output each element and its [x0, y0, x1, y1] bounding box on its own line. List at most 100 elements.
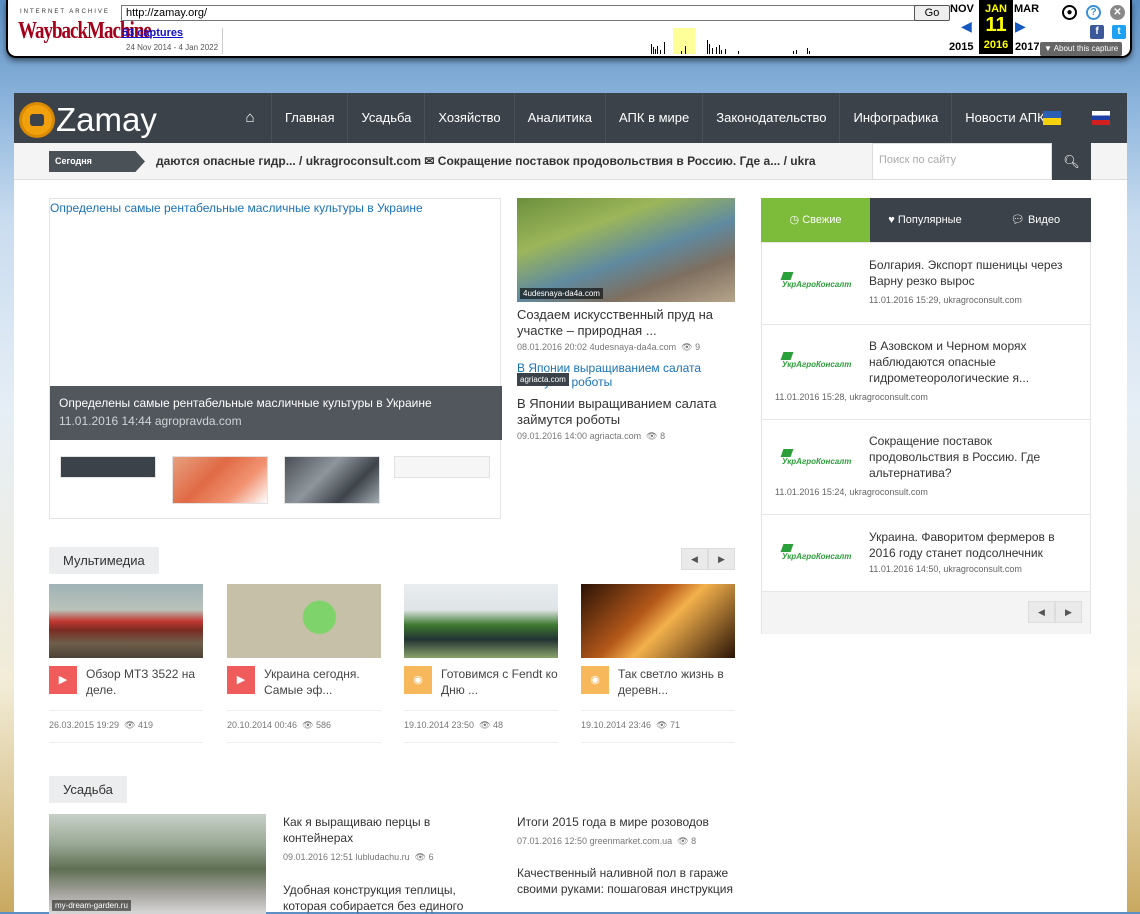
feed-pager: ◀ ▶	[1028, 601, 1082, 623]
camera-icon[interactable]: ◉	[404, 666, 432, 694]
search-input[interactable]: Поиск по сайту	[872, 143, 1052, 180]
sunflower-icon	[22, 105, 52, 135]
chevron-right-icon[interactable]: ▶	[708, 548, 735, 570]
go-button[interactable]: Go	[914, 5, 950, 21]
captures-sparkline[interactable]	[222, 28, 950, 54]
ticker-text[interactable]: даются опасные гидр... / ukragroconsult.…	[156, 154, 816, 168]
next-month[interactable]: MAR	[1014, 3, 1039, 15]
nav-item-main[interactable]: Главная	[271, 93, 347, 143]
multimedia-item[interactable]: ▶ Обзор МТЗ 3522 на деле. 26.03.2015 19:2…	[49, 584, 203, 743]
nav-item-analytics[interactable]: Аналитика	[513, 93, 605, 143]
feed-title[interactable]: В Азовском и Черном морях наблюдаются оп…	[869, 338, 1069, 386]
prev-month[interactable]: NOV	[950, 3, 974, 15]
site-container: Zamay ⌂ Главная Усадьба Хозяйство Аналит…	[14, 93, 1127, 914]
eye-icon: 👁︎	[302, 720, 314, 730]
camera-icon[interactable]: ◉	[581, 666, 609, 694]
multimedia-item[interactable]: ▶ Украина сегодня. Самые эф... 20.10.2014…	[227, 584, 381, 743]
play-icon[interactable]: ▶	[49, 666, 77, 694]
source-logo: УкрАгроКонсалт	[782, 351, 852, 369]
chevron-left-icon[interactable]: ◀	[681, 548, 708, 570]
side-news-title[interactable]: В Японии выращиванием салата займутся ро…	[517, 396, 735, 428]
help-icon[interactable]: ?	[1086, 5, 1101, 20]
search-icon: 🔍︎	[1063, 154, 1080, 169]
feed-item[interactable]: УкрАгроКонсалт Болгария. Экспорт пшеницы…	[762, 243, 1090, 325]
thumbnail-1[interactable]	[60, 456, 156, 478]
hero-image-alt[interactable]: Определены самые рентабельные масличные …	[50, 201, 423, 215]
feed-title[interactable]: Сокращение поставок продовольствия в Рос…	[869, 433, 1069, 481]
usadba-news-item[interactable]: Как я выращиваю перцы в контейнерах 09.0…	[283, 814, 483, 865]
prev-capture-icon[interactable]: ◀	[961, 18, 972, 35]
usadba-news-item[interactable]: Итоги 2015 года в мире розоводов 07.01.2…	[517, 814, 737, 849]
feed-title[interactable]: Болгария. Экспорт пшеницы через Варну ре…	[869, 257, 1069, 289]
feed-meta: 11.01.2016 15:29, ukragroconsult.com	[869, 295, 1022, 305]
facebook-icon[interactable]: f	[1090, 25, 1104, 39]
play-icon[interactable]: ▶	[227, 666, 255, 694]
usadba-news-item[interactable]: Качественный наливной пол в гараже своим…	[517, 865, 737, 897]
source-logo: УкрАгроКонсалт	[782, 271, 852, 289]
nav-item-usadba[interactable]: Усадьба	[347, 93, 424, 143]
twitter-icon[interactable]: t	[1112, 25, 1126, 39]
usadba-news-title[interactable]: Итоги 2015 года в мире розоводов	[517, 814, 737, 830]
pond-image[interactable]: 4udesnaya-da4a.com	[517, 198, 735, 302]
feed-item[interactable]: УкрАгроКонсалт Украина. Фаворитом фермер…	[762, 515, 1090, 592]
garden-image[interactable]: my-dream-garden.ru	[49, 814, 266, 914]
next-year[interactable]: 2017	[1015, 41, 1039, 53]
nav-item-infographics[interactable]: Инфографика	[839, 93, 951, 143]
feed-item[interactable]: УкрАгроКонсалт В Азовском и Черном морях…	[762, 325, 1090, 420]
chevron-left-icon[interactable]: ◀	[1028, 601, 1055, 623]
hero-caption[interactable]: Определены самые рентабельные масличные …	[50, 386, 502, 440]
search-button[interactable]: 🔍︎	[1052, 143, 1091, 180]
nav-item-legislation[interactable]: Законодательство	[702, 93, 839, 143]
home-icon[interactable]: ⌂	[234, 93, 266, 143]
about-capture-button[interactable]: ▼ About this capture	[1040, 42, 1123, 56]
village-image[interactable]	[581, 584, 735, 658]
usadba-news-title[interactable]: Качественный наливной пол в гараже своим…	[517, 865, 737, 897]
document-image[interactable]	[227, 584, 381, 658]
feed-title[interactable]: Украина. Фаворитом фермеров в 2016 году …	[869, 529, 1069, 561]
tab-video[interactable]: 💬︎ Видео	[980, 198, 1091, 242]
heart-icon: ♥	[888, 214, 895, 226]
side-news-item[interactable]: В Японии выращиванием салата займутся ро…	[517, 361, 735, 442]
usadba-news-meta: 09.01.2016 12:51 lubludachu.ru 👁︎ 6	[283, 852, 434, 862]
site-logo[interactable]: Zamay	[22, 101, 157, 139]
wayback-toolbar: INTERNET ARCHIVE WaybackMachine http://z…	[6, 0, 1132, 58]
current-capture-date: JAN 11 2016	[979, 0, 1013, 54]
multimedia-item[interactable]: ◉ Готовимся с Fendt ко Дню ... 19.10.2014…	[404, 584, 558, 743]
tab-fresh[interactable]: ◷ Свежие	[761, 198, 870, 242]
multimedia-item[interactable]: ◉ Так светло жизнь в деревн... 19.10.2014…	[581, 584, 735, 743]
usadba-news-title[interactable]: Как я выращиваю перцы в контейнерах	[283, 814, 483, 846]
close-icon[interactable]: ✕	[1110, 5, 1125, 20]
user-icon[interactable]: ●	[1062, 5, 1077, 20]
nav-item-apk-world[interactable]: АПК в мире	[605, 93, 702, 143]
multimedia-title[interactable]: Украина сегодня. Самые эф...	[264, 666, 381, 698]
usadba-news-meta: 07.01.2016 12:50 greenmarket.com.ua 👁︎ 8	[517, 836, 697, 846]
clock-icon: ◷	[789, 214, 800, 226]
multimedia-title[interactable]: Готовимся с Fendt ко Дню ...	[441, 666, 558, 698]
hero-slider[interactable]: Определены самые рентабельные масличные …	[49, 198, 502, 519]
feed-item[interactable]: УкрАгроКонсалт Сокращение поставок продо…	[762, 420, 1090, 515]
internet-archive-label: INTERNET ARCHIVE	[20, 9, 110, 15]
side-news-title[interactable]: Создаем искусственный пруд на участке – …	[517, 307, 735, 339]
nav-item-apk-news[interactable]: Новости АПК	[951, 93, 1057, 143]
side-news-item[interactable]: 4udesnaya-da4a.com Создаем искусственный…	[517, 198, 735, 353]
multimedia-title[interactable]: Обзор МТЗ 3522 на деле.	[86, 666, 203, 698]
chevron-right-icon[interactable]: ▶	[1055, 601, 1082, 623]
fendt-image[interactable]	[404, 584, 558, 658]
ukraine-flag-icon[interactable]	[1043, 111, 1061, 125]
tractor-image[interactable]	[49, 584, 203, 658]
russia-flag-icon[interactable]	[1092, 111, 1110, 125]
thumbnail-3[interactable]	[284, 456, 380, 504]
side-news-meta: 08.01.2016 20:02 4udesnaya-da4a.com 👁︎ 9	[517, 342, 701, 352]
usadba-news-item[interactable]: Удобная конструкция теплицы, которая соб…	[283, 882, 493, 914]
usadba-news-title[interactable]: Удобная конструкция теплицы, которая соб…	[283, 882, 493, 914]
multimedia-title[interactable]: Так светло жизнь в деревн...	[618, 666, 735, 698]
prev-year[interactable]: 2015	[949, 41, 973, 53]
next-capture-icon[interactable]: ▶	[1015, 18, 1026, 35]
nav-item-khozyaystvo[interactable]: Хозяйство	[424, 93, 513, 143]
tab-popular[interactable]: ♥ Популярные	[870, 198, 980, 242]
multimedia-heading: Мультимедиа	[49, 547, 159, 574]
wayback-url-input[interactable]: http://zamay.org/	[121, 5, 916, 21]
thumbnail-2[interactable]	[172, 456, 268, 504]
thumbnail-4[interactable]	[394, 456, 490, 478]
captures-link[interactable]: 53 captures	[122, 27, 183, 39]
